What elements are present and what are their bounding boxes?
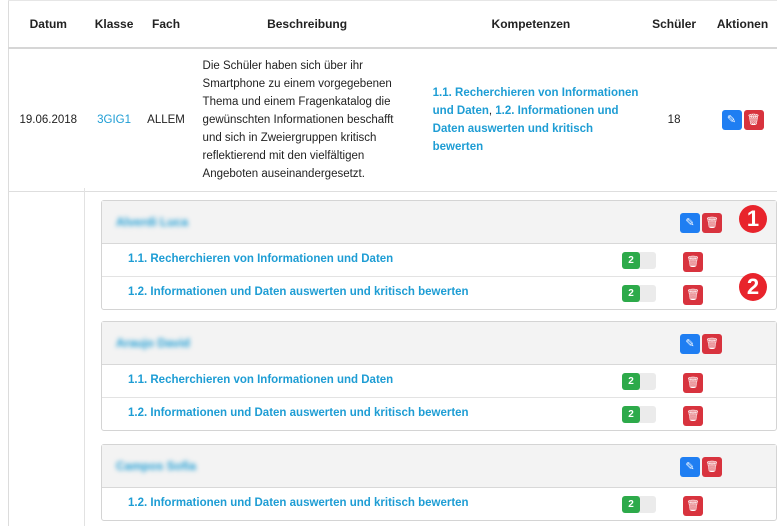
delete-student-button[interactable]: 🗑 [702, 213, 722, 233]
trash-icon: 🗑 [705, 461, 719, 473]
header-klasse[interactable]: Klasse [88, 0, 140, 49]
competence-item: 1.2. Informationen und Daten auswerten u… [102, 277, 776, 309]
cell-kompetenzen: 1.1. Recherchieren von Informationen und… [421, 48, 641, 192]
edit-student-button[interactable]: ✎ [680, 457, 700, 477]
delete-competence-button[interactable]: 🗑 [683, 373, 703, 393]
header-schueler[interactable]: Schüler [640, 0, 709, 49]
table-row[interactable]: 19.06.2018 3GIG1 ALLEM Die Schüler haben… [8, 48, 777, 192]
table-header-row: Datum Klasse Fach Beschreibung Kompetenz… [8, 0, 777, 49]
trash-icon: 🗑 [686, 500, 700, 512]
level-badge: 2 [622, 496, 640, 513]
competence-item: 1.2. Informationen und Daten auswerten u… [102, 488, 776, 520]
entries-table: Datum Klasse Fach Beschreibung Kompetenz… [8, 0, 777, 192]
trash-icon: 🗑 [686, 377, 700, 389]
level-toggle[interactable]: 2 [622, 252, 656, 269]
trash-icon: 🗑 [686, 410, 700, 422]
student-name[interactable]: Alverdi Luca [116, 215, 188, 229]
level-toggle[interactable]: 2 [622, 496, 656, 513]
trash-icon: 🗑 [746, 114, 761, 126]
edit-icon: ✎ [726, 114, 737, 126]
student-card-header: Campos Sofia ✎ 🗑 [102, 445, 776, 488]
level-badge: 2 [622, 373, 640, 390]
delete-competence-button[interactable]: 🗑 [683, 406, 703, 426]
competence-item: 1.1. Recherchieren von Informationen und… [102, 365, 776, 398]
student-card: Campos Sofia ✎ 🗑 1.2. Informationen und D… [101, 444, 777, 521]
header-kompetenzen[interactable]: Kompetenzen [421, 0, 641, 49]
klasse-link[interactable]: 3GIG1 [88, 48, 140, 192]
delete-competence-button[interactable]: 🗑 [683, 252, 703, 272]
competence-link[interactable]: 1.2. Informationen und Daten auswerten u… [128, 286, 469, 298]
level-badge: 2 [622, 406, 640, 423]
header-beschreibung[interactable]: Beschreibung [192, 0, 422, 49]
cell-beschreibung: Die Schüler haben sich über ihr Smartpho… [192, 48, 422, 192]
header-datum[interactable]: Datum [8, 0, 89, 49]
student-name[interactable]: Araujo David [116, 336, 190, 350]
student-card-header: Alverdi Luca ✎ 🗑 [102, 201, 776, 244]
edit-student-button[interactable]: ✎ [680, 213, 700, 233]
cell-aktionen: ✎ 🗑 [708, 48, 777, 192]
cell-fach: ALLEM [139, 48, 193, 192]
header-aktionen: Aktionen [708, 0, 777, 49]
level-badge: 2 [622, 285, 640, 302]
delete-student-button[interactable]: 🗑 [702, 457, 722, 477]
delete-student-button[interactable]: 🗑 [702, 334, 722, 354]
trash-icon: 🗑 [705, 217, 719, 229]
edit-icon: ✎ [685, 461, 695, 473]
delete-competence-button[interactable]: 🗑 [683, 285, 703, 305]
competence-item: 1.2. Informationen und Daten auswerten u… [102, 398, 776, 430]
delete-entry-button[interactable]: 🗑 [743, 110, 764, 130]
trash-icon: 🗑 [686, 289, 700, 301]
competence-link[interactable]: 1.1. Recherchieren von Informationen und… [128, 374, 393, 386]
edit-icon: ✎ [685, 338, 695, 350]
edit-icon: ✎ [685, 217, 695, 229]
student-card: Alverdi Luca ✎ 🗑 1.1. Recherchieren von I… [101, 200, 777, 310]
level-toggle[interactable]: 2 [622, 406, 656, 423]
student-card-header: Araujo David ✎ 🗑 [102, 322, 776, 365]
column-divider [84, 188, 85, 526]
level-toggle[interactable]: 2 [622, 285, 656, 302]
competence-link[interactable]: 1.2. Informationen und Daten auswerten u… [128, 497, 469, 509]
competence-item: 1.1. Recherchieren von Informationen und… [102, 244, 776, 277]
level-badge: 2 [622, 252, 640, 269]
delete-competence-button[interactable]: 🗑 [683, 496, 703, 516]
cell-datum: 19.06.2018 [8, 48, 89, 192]
level-toggle[interactable]: 2 [622, 373, 656, 390]
trash-icon: 🗑 [705, 338, 719, 350]
annotation-marker-2: 2 [739, 273, 767, 301]
trash-icon: 🗑 [686, 256, 700, 268]
student-card: Araujo David ✎ 🗑 1.1. Recherchieren von I… [101, 321, 777, 431]
competence-link[interactable]: 1.2. Informationen und Daten auswerten u… [128, 407, 469, 419]
header-fach[interactable]: Fach [139, 0, 193, 49]
competence-link[interactable]: 1.1. Recherchieren von Informationen und… [128, 253, 393, 265]
cell-schueler: 18 [640, 48, 709, 192]
annotation-marker-1: 1 [739, 205, 767, 233]
edit-entry-button[interactable]: ✎ [721, 110, 742, 130]
edit-student-button[interactable]: ✎ [680, 334, 700, 354]
student-name[interactable]: Campos Sofia [116, 459, 196, 473]
